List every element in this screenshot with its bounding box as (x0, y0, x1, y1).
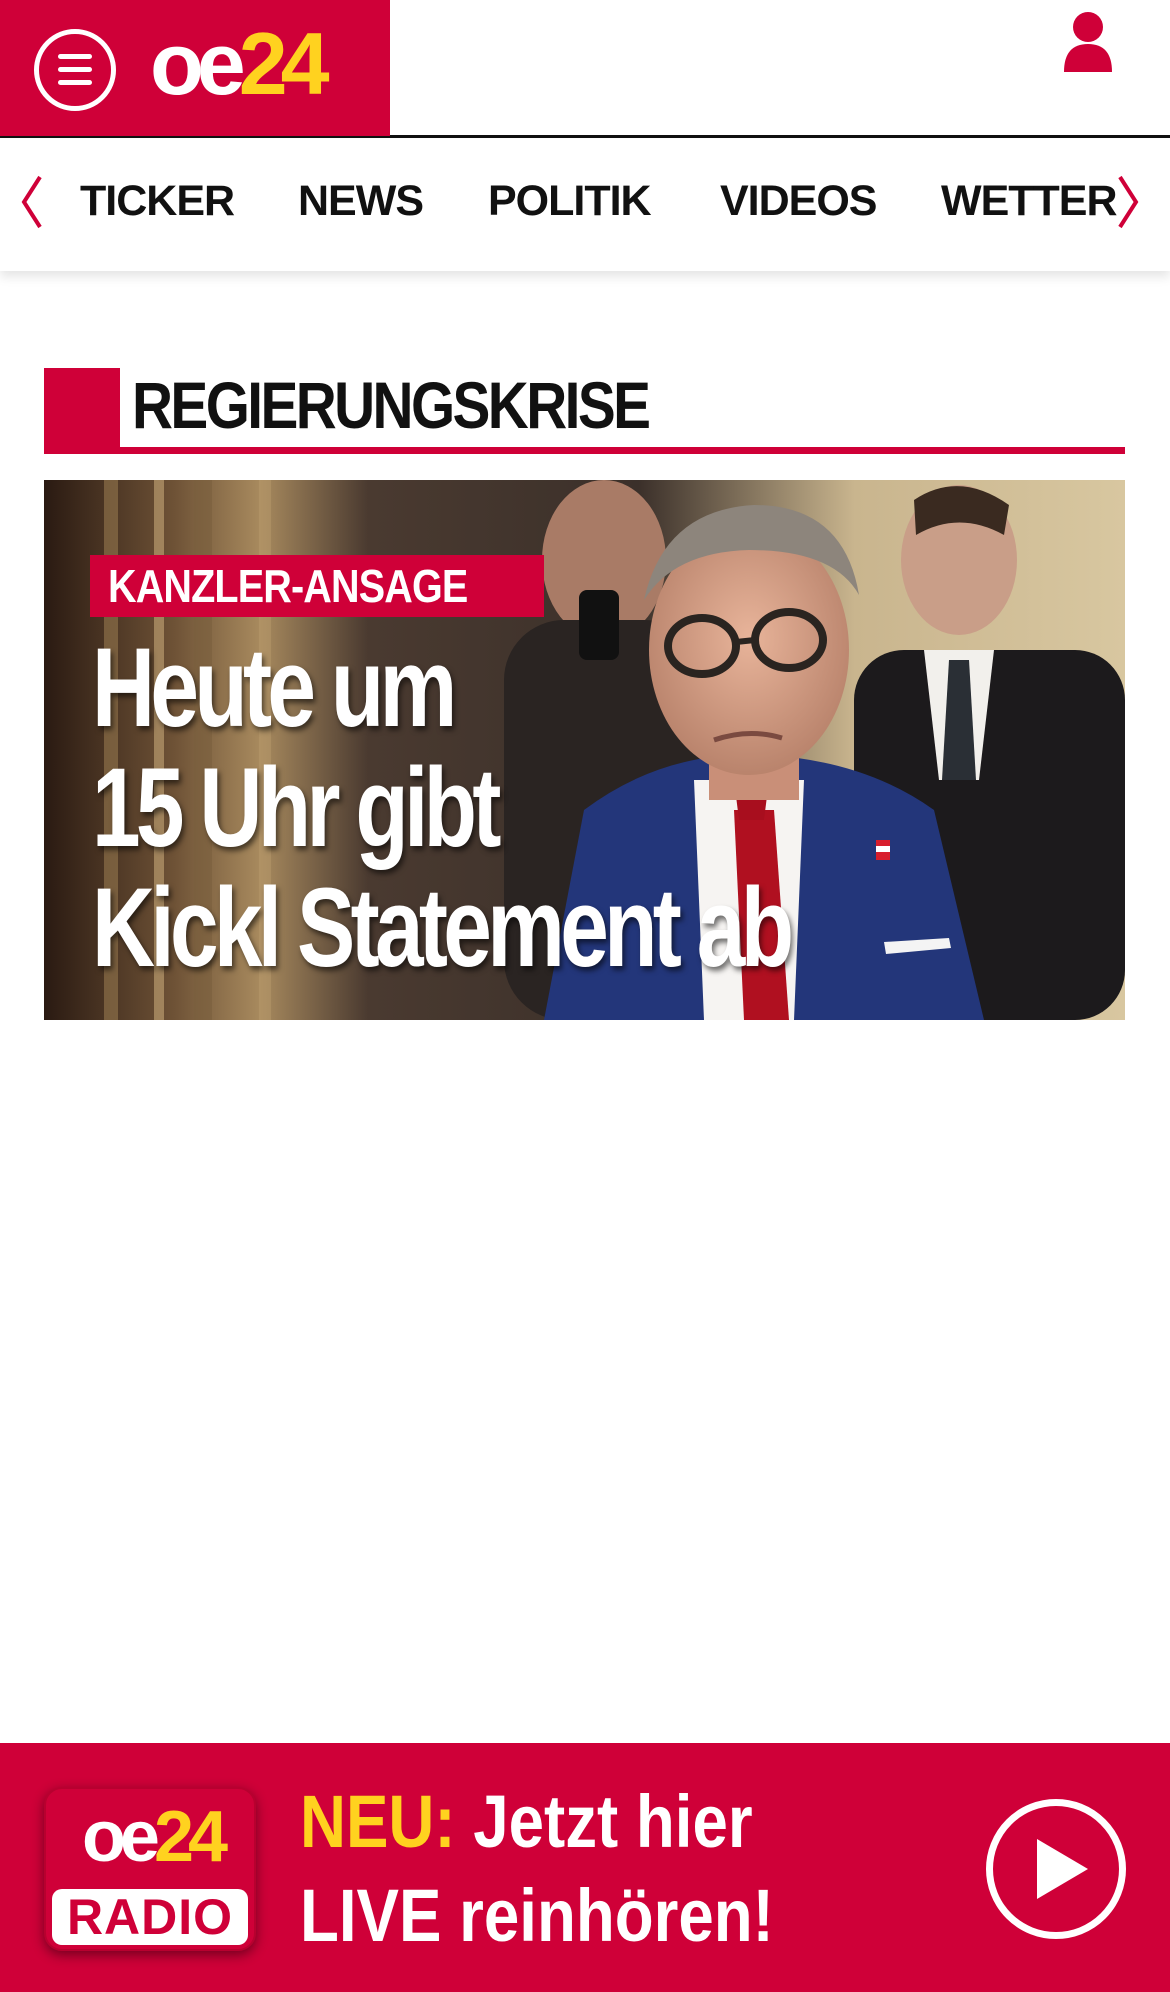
nav-item-politik[interactable]: POLITIK (488, 177, 652, 226)
nav-item-videos[interactable]: VIDEOS (720, 177, 877, 226)
section-accent-block (44, 368, 120, 452)
user-account-icon[interactable] (1060, 10, 1116, 72)
nav-item-wetter[interactable]: WETTER (941, 177, 1118, 226)
nav-item-news[interactable]: NEWS (298, 177, 424, 226)
nav-item-ticker[interactable]: TICKER (80, 177, 235, 226)
headline-line: 15 Uhr gibt (92, 745, 501, 870)
section-underline (44, 447, 1125, 454)
headline-line: Heute um (92, 625, 457, 750)
brand-block: oe24 (0, 0, 390, 136)
section-heading: REGIERUNGSKRISE (44, 368, 1125, 456)
headline-line: Kickl Statement ab (92, 865, 794, 990)
site-header: oe24 (0, 0, 1170, 138)
lead-article-teaser[interactable]: KANZLER-ANSAGE Heute um 15 Uhr gibt Kick… (44, 480, 1125, 1020)
radio-promo-line-1: NEU: Jetzt hier (300, 1780, 753, 1863)
logo-text-24: 24 (238, 14, 330, 113)
hamburger-menu-icon[interactable] (34, 29, 116, 111)
site-logo[interactable]: oe24 (150, 20, 330, 108)
play-icon (1037, 1839, 1088, 1899)
radio-logo-label: RADIO (52, 1889, 248, 1945)
radio-promo-text: NEU: Jetzt hier LIVE reinhören! (300, 1775, 774, 1963)
chevron-right-icon[interactable] (1114, 173, 1144, 231)
chevron-left-icon[interactable] (16, 173, 46, 231)
radio-logo-brand: oe24 (81, 1797, 228, 1877)
radio-promo-highlight: NEU: (300, 1780, 456, 1863)
radio-promo-line-2: LIVE reinhören! (300, 1874, 774, 1957)
article-headline[interactable]: Heute um 15 Uhr gibt Kickl Statement ab (92, 628, 794, 988)
category-nav: TICKER NEWS POLITIK VIDEOS WETTER (0, 139, 1170, 271)
play-button[interactable] (986, 1799, 1126, 1939)
section-title[interactable]: REGIERUNGSKRISE (132, 368, 651, 444)
logo-text-oe: oe (150, 14, 246, 113)
radio-logo: oe24 RADIO (44, 1787, 256, 1951)
radio-promo-banner[interactable]: oe24 RADIO NEU: Jetzt hier LIVE reinhöre… (0, 1743, 1170, 1992)
article-kicker: KANZLER-ANSAGE (90, 555, 544, 617)
